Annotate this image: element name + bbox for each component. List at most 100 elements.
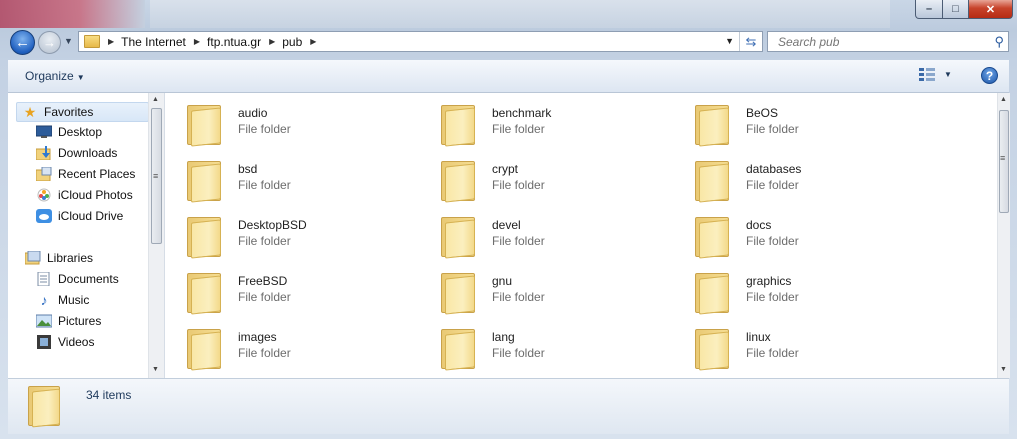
folder-name: graphics [746, 274, 792, 288]
scroll-up-icon[interactable]: ▲ [152, 96, 159, 103]
sidebar-item-desktop[interactable]: Desktop [36, 122, 102, 142]
organize-menu[interactable]: Organize ▼ [25, 69, 85, 83]
folder-tile[interactable]: DesktopBSD File folder [165, 209, 395, 261]
address-dropdown-icon[interactable]: ▼ [725, 36, 734, 46]
sidebar-item-label: Libraries [47, 251, 94, 265]
folder-icon [695, 103, 731, 147]
folder-tile[interactable]: bsd File folder [165, 153, 395, 205]
desktop-icon [36, 125, 52, 138]
star-icon: ★ [23, 103, 37, 120]
search-input[interactable] [776, 33, 980, 50]
sidebar-item-pictures[interactable]: Pictures [36, 311, 101, 331]
videos-icon [37, 335, 51, 349]
close-button[interactable]: ✕ [969, 0, 1013, 19]
folder-name: gnu [492, 274, 513, 288]
folder-icon [695, 159, 731, 203]
folder-tile[interactable]: graphics File folder [673, 265, 903, 317]
folder-tile[interactable]: BeOS File folder [673, 97, 903, 149]
folder-tile[interactable]: images File folder [165, 321, 395, 373]
address-bar[interactable]: ▶ The Internet ▶ ftp.ntua.gr ▶ pub ▶ ▼ ⇆ [78, 31, 763, 52]
refresh-button[interactable]: ⇆ [739, 32, 762, 51]
caption-buttons: – □ ✕ [915, 0, 1013, 19]
documents-icon [37, 272, 50, 286]
breadcrumb-item[interactable]: pub [282, 35, 302, 49]
view-dropdown-icon[interactable]: ▼ [944, 70, 952, 79]
title-bar [150, 0, 890, 28]
libraries-icon [25, 251, 41, 265]
help-button[interactable]: ? [981, 67, 998, 84]
sidebar-item-downloads[interactable]: Downloads [36, 143, 117, 163]
sidebar-item-documents[interactable]: Documents [36, 269, 119, 289]
folder-tile[interactable]: FreeBSD File folder [165, 265, 395, 317]
folder-name: images [238, 330, 277, 344]
folder-icon [441, 271, 477, 315]
scroll-up-icon[interactable]: ▲ [1000, 96, 1007, 103]
details-pane: 34 items [8, 378, 1009, 434]
folder-icon [187, 215, 223, 259]
folder-name: bsd [238, 162, 258, 176]
sidebar-item-recent-places[interactable]: Recent Places [36, 164, 135, 184]
folder-name: DesktopBSD [238, 218, 307, 232]
breadcrumb-separator-icon[interactable]: ▶ [194, 37, 200, 46]
search-box[interactable]: ⚲ [767, 31, 1009, 52]
organize-label: Organize [25, 69, 74, 83]
sidebar-item-label: iCloud Photos [58, 188, 133, 202]
folder-name: databases [746, 162, 802, 176]
folder-icon [187, 327, 223, 371]
folder-tile[interactable]: lang File folder [419, 321, 649, 373]
folder-tile[interactable]: gnu File folder [419, 265, 649, 317]
folder-tile[interactable]: crypt File folder [419, 153, 649, 205]
breadcrumb-item[interactable]: The Internet [121, 35, 186, 49]
folder-tile[interactable]: linux File folder [673, 321, 903, 373]
content-scrollbar[interactable]: ▲ ≡ ▼ [997, 93, 1010, 378]
search-icon[interactable]: ⚲ [994, 34, 1004, 50]
folder-icon [695, 327, 731, 371]
breadcrumb-separator-icon[interactable]: ▶ [310, 37, 316, 46]
folder-tile[interactable]: docs File folder [673, 209, 903, 261]
recent-pages-dropdown[interactable]: ▼ [64, 36, 73, 46]
folder-type: File folder [746, 122, 799, 136]
sidebar-item-label: Desktop [58, 125, 103, 139]
folder-type: File folder [238, 234, 291, 248]
scroll-down-icon[interactable]: ▼ [152, 366, 159, 373]
maximize-button[interactable]: □ [943, 0, 969, 19]
sidebar-item-videos[interactable]: Videos [36, 332, 94, 352]
folder-type: File folder [746, 290, 799, 304]
folder-tile[interactable]: databases File folder [673, 153, 903, 205]
forward-button[interactable]: → [38, 31, 61, 54]
folder-type: File folder [746, 346, 799, 360]
sidebar-item-libraries[interactable]: Libraries [25, 248, 93, 268]
folder-icon [695, 215, 731, 259]
folder-tile[interactable]: benchmark File folder [419, 97, 649, 149]
folder-icon [441, 327, 477, 371]
sidebar-item-favorites[interactable]: ★ Favorites [16, 102, 149, 122]
breadcrumb-separator-icon[interactable]: ▶ [108, 37, 114, 46]
explorer-window: – □ ✕ ← → ▼ ▶ The Internet ▶ ftp.ntua.gr… [0, 0, 1017, 439]
change-view-icon[interactable] [919, 68, 935, 82]
sidebar-item-label: Recent Places [58, 167, 136, 181]
refresh-icon: ⇆ [745, 33, 757, 49]
sidebar-item-icloud-photos[interactable]: iCloud Photos [36, 185, 133, 205]
sidebar-item-label: Music [58, 293, 90, 307]
folder-tile[interactable]: audio File folder [165, 97, 395, 149]
scroll-down-icon[interactable]: ▼ [1000, 366, 1007, 373]
folder-name: benchmark [492, 106, 552, 120]
folder-tile[interactable]: devel File folder [419, 209, 649, 261]
sidebar-item-icloud-drive[interactable]: iCloud Drive [36, 206, 123, 226]
icloud-drive-icon [36, 209, 52, 223]
folder-type: File folder [238, 290, 291, 304]
folder-name: audio [238, 106, 268, 120]
breadcrumb-separator-icon[interactable]: ▶ [269, 37, 275, 46]
back-button[interactable]: ← [10, 30, 35, 55]
background-window-strip [0, 0, 145, 28]
sidebar-item-music[interactable]: ♪ Music [36, 290, 90, 310]
folder-name: devel [492, 218, 521, 232]
pictures-icon [36, 314, 52, 328]
folder-type: File folder [492, 178, 545, 192]
breadcrumb-item[interactable]: ftp.ntua.gr [207, 35, 261, 49]
minimize-button[interactable]: – [915, 0, 943, 19]
folder-icon [441, 159, 477, 203]
file-list: audio File folder benchmark File folder BeOS… [165, 93, 997, 378]
navigation-scrollbar[interactable]: ▲ ≡ ▼ [148, 93, 164, 378]
item-count: 34 items [86, 388, 132, 402]
